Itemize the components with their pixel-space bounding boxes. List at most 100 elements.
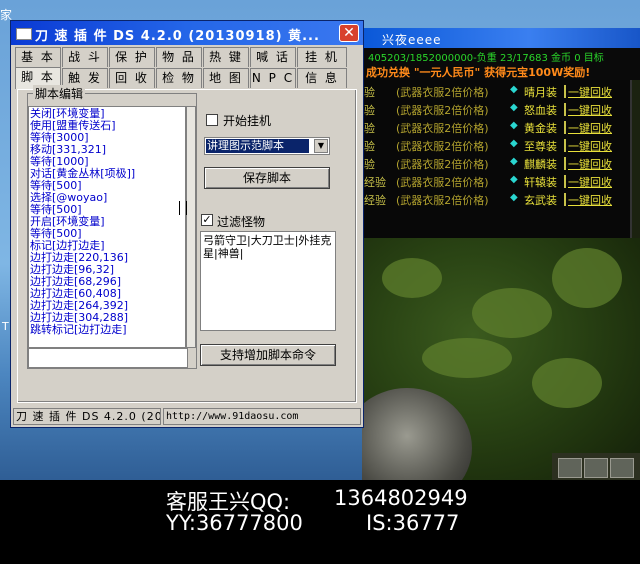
foliage [382, 258, 442, 298]
one-click-recycle-link[interactable]: 一键回收 [568, 138, 612, 154]
recycle-row-note: (武器衣服2倍价格) [396, 140, 489, 153]
tab-recycle[interactable]: 回 收 [109, 68, 155, 88]
recycle-row: 验 (武器衣服2倍价格) ◆ 至尊装 一键回收 [362, 138, 630, 154]
equipment-name: 晴月装 [524, 86, 557, 99]
game-title: 兴夜eeee [382, 33, 442, 47]
divider [564, 121, 566, 134]
foliage [532, 358, 602, 408]
group-title: 脚本编辑 [33, 85, 86, 102]
one-click-recycle-link[interactable]: 一键回收 [568, 84, 612, 100]
chevron-down-icon[interactable]: ▼ [314, 139, 328, 153]
recycle-row-note: (武器衣服2倍价格) [396, 194, 489, 207]
diamond-icon: ◆ [510, 120, 518, 131]
tab-shout[interactable]: 喊 话 [250, 47, 296, 67]
stone-orb [362, 388, 472, 480]
script-listbox[interactable]: 关闭[环境变量] 使用[盟重传送石] 等待[3000] 移动[331,321] … [28, 106, 186, 348]
game-promo-bar: 成功兑换 "一元人民币" 获得元宝100W奖励! [362, 62, 640, 80]
skill-slot[interactable] [610, 458, 634, 478]
text-cursor-icon [179, 201, 187, 215]
filter-monster-label: 过滤怪物 [217, 215, 266, 229]
tab-info[interactable]: 信 息 [297, 68, 347, 88]
equipment-name: 麒麟装 [524, 158, 557, 171]
one-click-recycle-link[interactable]: 一键回收 [568, 120, 612, 136]
recycle-row-note: (武器衣服2倍价格) [396, 122, 489, 135]
tab-npc[interactable]: N P C [250, 68, 296, 88]
recycle-row-prefix: 经验 [364, 176, 386, 189]
script-line[interactable]: 跳转标记[边打边走] [30, 324, 127, 336]
recycle-row-note: (武器衣服2倍价格) [396, 86, 489, 99]
recycle-row: 验 (武器衣服2倍价格) ◆ 麒麟装 一键回收 [362, 156, 630, 172]
tab-basic[interactable]: 基 本 [15, 47, 61, 67]
recycle-row-prefix: 验 [364, 86, 375, 99]
equipment-name: 至尊装 [524, 140, 557, 153]
one-click-recycle-link[interactable]: 一键回收 [568, 192, 612, 208]
video-caption: 客服王兴QQ: 1364802949 YY:36777800 IS:36777 [0, 480, 640, 564]
diamond-icon: ◆ [510, 174, 518, 185]
divider [564, 139, 566, 152]
equipment-name: 玄武装 [524, 194, 557, 207]
foliage [552, 248, 622, 308]
divider [564, 103, 566, 116]
filter-monster-textarea[interactable]: 弓箭守卫|大刀卫士|外挂克星|神兽| [200, 231, 336, 331]
one-click-recycle-link[interactable]: 一键回收 [568, 156, 612, 172]
foliage [472, 288, 552, 338]
skill-slot[interactable] [558, 458, 582, 478]
skill-slot[interactable] [584, 458, 608, 478]
divider [564, 193, 566, 206]
one-click-recycle-link[interactable]: 一键回收 [568, 102, 612, 118]
recycle-row: 验 (武器衣服2倍价格) ◆ 晴月装 一键回收 [362, 84, 630, 100]
script-command-input[interactable] [28, 348, 188, 368]
script-scrollbar[interactable] [186, 106, 196, 348]
game-titlebar[interactable]: 兴夜eeee [362, 28, 640, 48]
divider [564, 175, 566, 188]
recycle-row: 验 (武器衣服2倍价格) ◆ 怒血装 一键回收 [362, 102, 630, 118]
filter-monster-text: 弓箭守卫|大刀卫士|外挂克星|神兽| [203, 234, 332, 260]
filter-monster-checkbox[interactable]: ✓ [201, 214, 213, 226]
save-script-button[interactable]: 保存脚本 [204, 167, 330, 189]
status-app-name: 刀 速 插 件 DS 4.2.0 (201 [13, 408, 161, 425]
script-select-value: 讲理图示范脚本 [206, 139, 309, 153]
tab-combat[interactable]: 战 斗 [62, 47, 108, 67]
diamond-icon: ◆ [510, 138, 518, 149]
tab-protect[interactable]: 保 护 [109, 47, 155, 67]
recycle-row-note: (武器衣服2倍价格) [396, 158, 489, 171]
game-promo-text: 成功兑换 "一元人民币" 获得元宝100W奖励! [366, 66, 591, 79]
equipment-name: 轩辕装 [524, 176, 557, 189]
tab-map[interactable]: 地 图 [203, 68, 249, 88]
start-hang-checkbox[interactable] [206, 114, 218, 126]
status-website-link[interactable]: http://www.91daosu.com [163, 408, 361, 425]
status-bar: 刀 速 插 件 DS 4.2.0 (201 http://www.91daosu… [11, 406, 363, 427]
close-button[interactable]: ✕ [339, 24, 359, 42]
recycle-row-prefix: 验 [364, 104, 375, 117]
one-click-recycle-link[interactable]: 一键回收 [568, 174, 612, 190]
recycle-row: 验 (武器衣服2倍价格) ◆ 黄金装 一键回收 [362, 120, 630, 136]
recycle-row-note: (武器衣服2倍价格) [396, 104, 489, 117]
game-window[interactable]: 兴夜eeee 405203/1852000000-负重 23/17683 金币 … [362, 28, 640, 480]
caption-yy: YY:36777800 [166, 511, 303, 535]
recycle-row: 经验 (武器衣服2倍价格) ◆ 轩辕装 一键回收 [362, 174, 630, 190]
tab-hang[interactable]: 挂 机 [297, 47, 347, 67]
diamond-icon: ◆ [510, 84, 518, 95]
recycle-row-prefix: 经验 [364, 194, 386, 207]
caption-qq-number: 1364802949 [334, 486, 468, 510]
divider [564, 85, 566, 98]
tab-items[interactable]: 物 品 [156, 47, 202, 67]
tab-pickup[interactable]: 检 物 [156, 68, 202, 88]
equipment-name: 黄金装 [524, 122, 557, 135]
recycle-row-prefix: 验 [364, 140, 375, 153]
script-select[interactable]: 讲理图示范脚本 ▼ [204, 137, 330, 155]
recycle-list: 验 (武器衣服2倍价格) ◆ 晴月装 一键回收 验 (武器衣服2倍价格) ◆ 怒… [362, 80, 632, 238]
tab-hotkeys[interactable]: 热 键 [203, 47, 249, 67]
recycle-row-prefix: 验 [364, 122, 375, 135]
caption-is: IS:36777 [366, 511, 460, 535]
foliage [422, 338, 512, 378]
recycle-row: 经验 (武器衣服2倍价格) ◆ 玄武装 一键回收 [362, 192, 630, 208]
recycle-row-prefix: 验 [364, 158, 375, 171]
game-scene[interactable] [362, 238, 640, 480]
diamond-icon: ◆ [510, 102, 518, 113]
diamond-icon: ◆ [510, 156, 518, 167]
window-app-icon [16, 28, 32, 40]
add-script-command-button[interactable]: 支持增加脚本命令 [200, 344, 336, 366]
window-titlebar[interactable]: 刀 速 插 件 DS 4.2.0 (20130918) 黄... ✕ [11, 21, 363, 45]
equipment-name: 怒血装 [524, 104, 557, 117]
